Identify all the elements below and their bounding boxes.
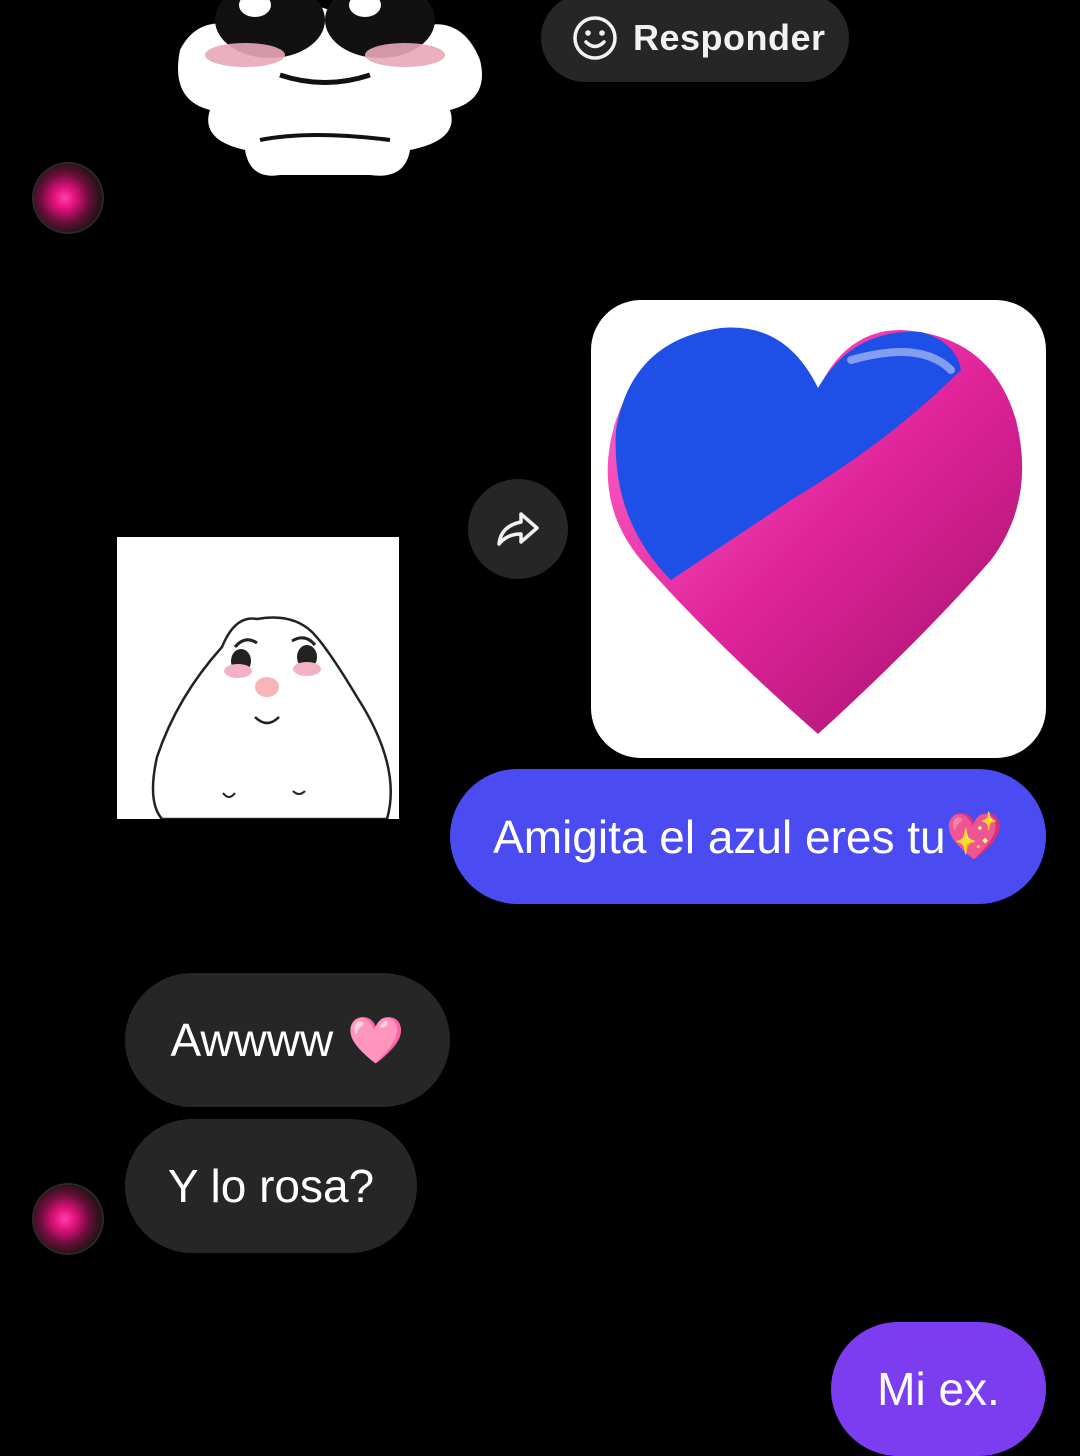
message-bubble-outgoing[interactable]: Mi ex.: [831, 1322, 1046, 1456]
message-text: Awwww: [170, 1014, 334, 1066]
message-text: Mi ex.: [877, 1363, 1000, 1415]
forward-arrow-icon: [497, 512, 539, 546]
avatar[interactable]: [34, 164, 102, 232]
heart-image[interactable]: [591, 300, 1046, 758]
avatar[interactable]: [34, 1185, 102, 1253]
message-bubble-outgoing[interactable]: Amigita el azul eres tu 💖: [450, 769, 1046, 904]
pink-heart-emoji: 🩷: [347, 1013, 405, 1066]
forward-button[interactable]: [468, 479, 568, 579]
sparkling-heart-emoji: 💖: [945, 810, 1003, 862]
message-bubble-incoming[interactable]: Y lo rosa?: [125, 1119, 417, 1253]
reply-label: Responder: [633, 17, 826, 58]
message-text: Y lo rosa?: [167, 1160, 375, 1212]
sticker-image-top[interactable]: [160, 0, 500, 190]
message-text: Amigita el azul eres tu: [493, 810, 946, 863]
message-bubble-incoming[interactable]: Awwww 🩷: [125, 973, 450, 1107]
sticker-image[interactable]: [117, 537, 399, 821]
smile-icon: [573, 16, 617, 60]
reply-button[interactable]: Responder: [541, 0, 849, 82]
